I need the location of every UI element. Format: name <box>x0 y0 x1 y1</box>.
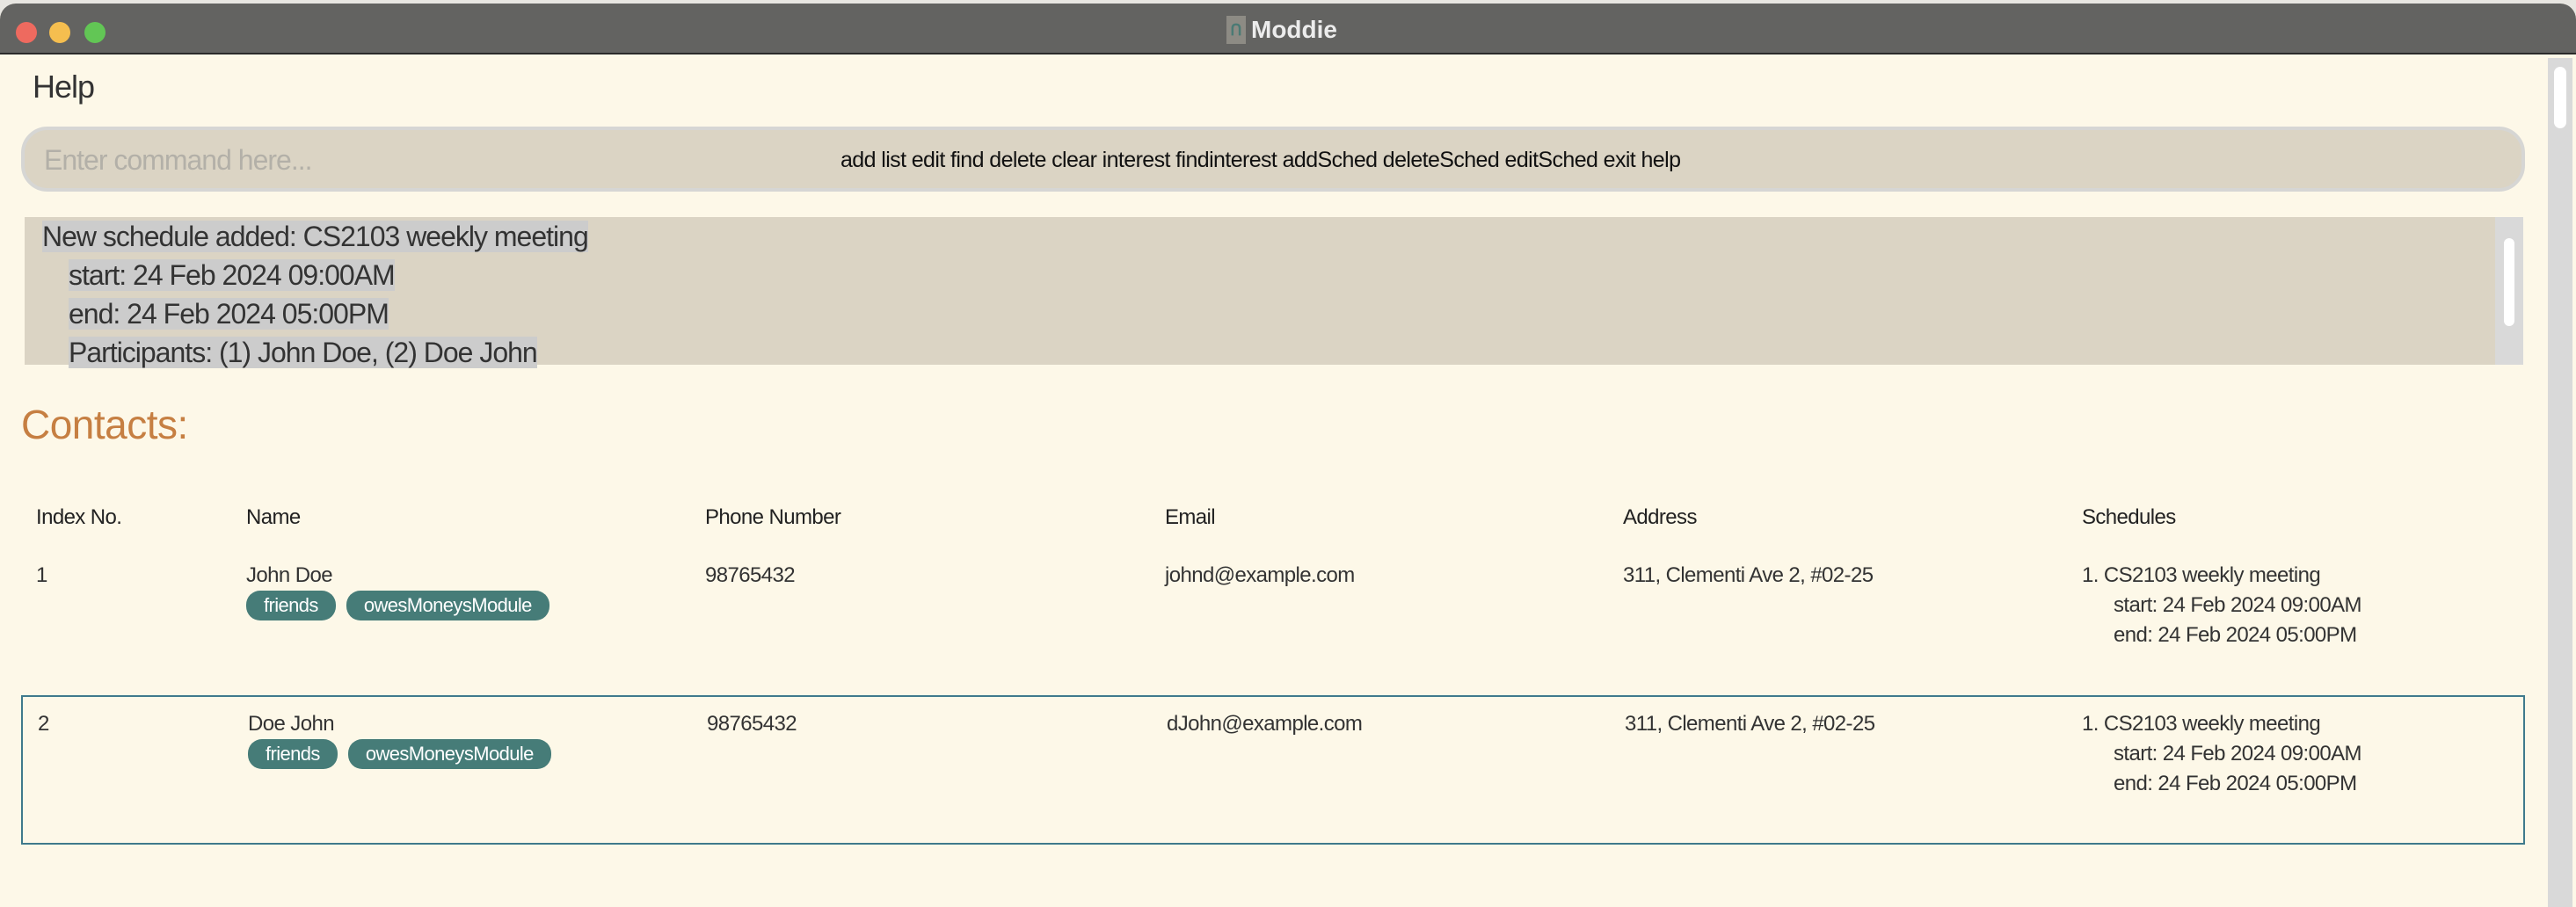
result-text: New schedule added: CS2103 weekly meetin… <box>42 217 589 372</box>
row-email: dJohn@example.com <box>1167 712 1363 736</box>
row-name: John Doe <box>246 563 333 587</box>
header-email: Email <box>1165 505 1216 529</box>
row-index: 2 <box>38 712 49 736</box>
row-address: 311, Clementi Ave 2, #02-25 <box>1625 712 1875 736</box>
result-line: Participants: (1) John Doe, (2) Doe John <box>69 337 538 368</box>
row-address: 311, Clementi Ave 2, #02-25 <box>1623 563 1874 587</box>
row-name: Doe John <box>248 712 335 736</box>
window-title-text: Moddie <box>1251 16 1337 43</box>
minimize-window-button[interactable] <box>49 22 70 43</box>
row-phone: 98765432 <box>707 712 797 736</box>
row-schedules: 1. CS2103 weekly meeting start: 24 Feb 2… <box>2082 561 2362 650</box>
tag-badge: owesMoneysModule <box>346 591 549 620</box>
command-input[interactable] <box>44 141 747 179</box>
header-index: Index No. <box>36 505 122 529</box>
tag-badge: friends <box>248 739 338 769</box>
result-display: New schedule added: CS2103 weekly meetin… <box>25 217 2523 368</box>
result-scrollbar-thumb[interactable] <box>2504 238 2514 326</box>
contacts-heading: Contacts: <box>21 402 188 447</box>
window-title: ᑎ Moddie <box>1226 16 1337 44</box>
main-scrollbar-thumb[interactable] <box>2554 67 2566 128</box>
header-schedules: Schedules <box>2082 505 2176 529</box>
row-phone: 98765432 <box>705 563 796 587</box>
result-scrollbar[interactable] <box>2495 217 2523 365</box>
schedule-end: end: 24 Feb 2024 05:00PM <box>2114 623 2357 647</box>
app-window: ᑎ Moddie Help add list edit find delete … <box>0 4 2576 907</box>
header-phone: Phone Number <box>705 505 841 529</box>
moddie-logo-icon: ᑎ <box>1226 16 1246 44</box>
schedule-end: end: 24 Feb 2024 05:00PM <box>2114 772 2357 795</box>
close-window-button[interactable] <box>16 22 37 43</box>
row-name-cell: John Doe friends owesMoneysModule <box>246 561 560 620</box>
command-hints: add list edit find delete clear interest… <box>840 148 1681 172</box>
schedule-start: start: 24 Feb 2024 09:00AM <box>2114 742 2362 766</box>
result-line: start: 24 Feb 2024 09:00AM <box>69 259 396 291</box>
tag-badge: friends <box>246 591 336 620</box>
tag-badge: owesMoneysModule <box>347 739 551 769</box>
row-email: johnd@example.com <box>1165 563 1355 587</box>
maximize-window-button[interactable] <box>84 22 106 43</box>
result-line: New schedule added: CS2103 weekly meetin… <box>42 221 589 252</box>
row-index: 1 <box>36 563 47 587</box>
help-menu[interactable]: Help <box>33 69 95 105</box>
schedule-start: start: 24 Feb 2024 09:00AM <box>2114 593 2362 617</box>
schedule-title: 1. CS2103 weekly meeting <box>2082 563 2321 587</box>
title-bar: ᑎ Moddie <box>0 4 2576 54</box>
result-line: end: 24 Feb 2024 05:00PM <box>69 298 389 330</box>
command-box: add list edit find delete clear interest… <box>21 127 2525 192</box>
header-address: Address <box>1623 505 1697 529</box>
main-scrollbar[interactable] <box>2548 58 2572 907</box>
schedule-title: 1. CS2103 weekly meeting <box>2082 712 2321 736</box>
row-name-cell: Doe John friends owesMoneysModule <box>248 709 562 769</box>
row-schedules: 1. CS2103 weekly meeting start: 24 Feb 2… <box>2082 709 2362 799</box>
header-name: Name <box>246 505 301 529</box>
